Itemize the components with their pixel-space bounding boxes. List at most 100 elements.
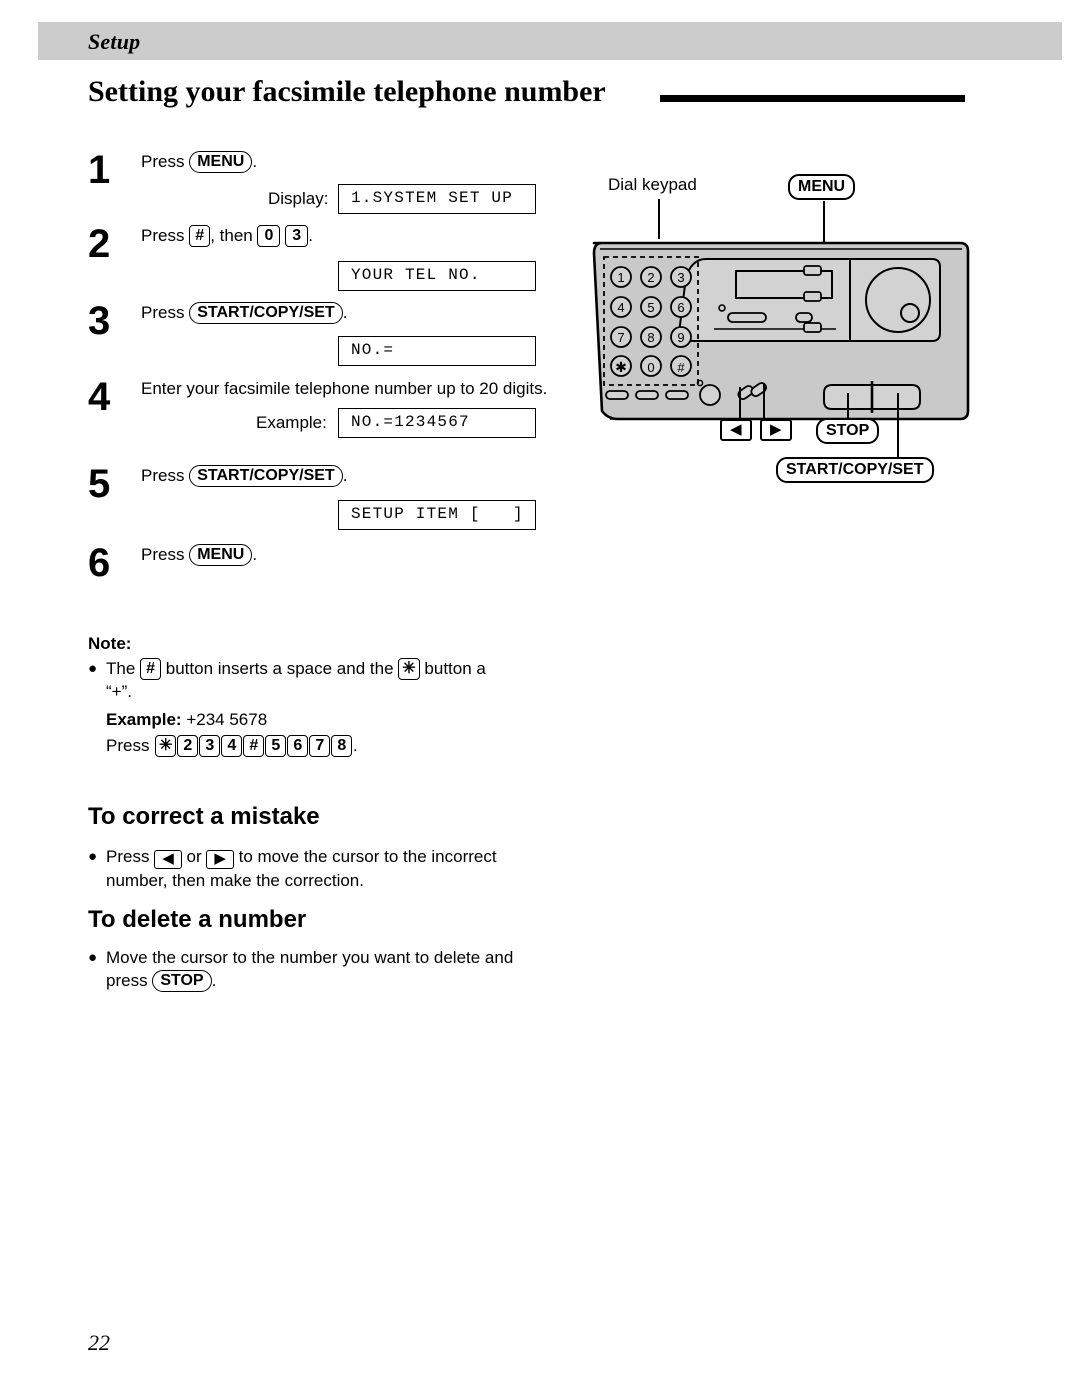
press-label: Press <box>141 226 185 245</box>
section-correct-body: ● Press ◀ or ▶ to move the cursor to the… <box>88 845 558 892</box>
leader-line-stop <box>847 393 849 419</box>
step-1: 1 Press MENU. Display: 1.SYSTEM SET UP <box>88 150 558 224</box>
key-7[interactable]: 7 <box>309 735 331 757</box>
dial-keypad-caption: Dial keypad <box>608 175 697 194</box>
display-label: Display: <box>268 189 329 208</box>
page-number: 22 <box>88 1330 110 1355</box>
left-arrow-icon[interactable]: ◀ <box>154 850 182 869</box>
svg-text:6: 6 <box>677 300 684 315</box>
step-text: Press MENU. <box>141 150 558 173</box>
step-text: Enter your facsimile telephone number up… <box>141 379 548 398</box>
key-3[interactable]: 3 <box>199 735 221 757</box>
bullet-icon: ● <box>88 949 98 966</box>
note-text-c: button a <box>424 659 486 678</box>
asterisk-key[interactable]: ✳ <box>398 658 420 680</box>
svg-text:8: 8 <box>647 330 654 345</box>
lcd-display: NO.= <box>338 336 536 366</box>
step-text: Press MENU. <box>141 543 558 566</box>
delete-bullet-row: ● Move the cursor to the number you want… <box>88 946 558 992</box>
step-2: 2 Press #, then 0 3. YOUR TEL NO. <box>88 224 558 301</box>
title-rule <box>660 95 965 102</box>
press-label: Press <box>106 736 150 755</box>
step-5: 5 Press START/COPY/SET. SETUP ITEM [ ] <box>88 464 558 543</box>
svg-text:0: 0 <box>647 360 654 375</box>
example-label: Example: <box>106 710 182 729</box>
digit-key-0[interactable]: 0 <box>257 225 281 247</box>
step-3: 3 Press START/COPY/SET. NO.= <box>88 301 558 377</box>
hash-key[interactable]: # <box>140 658 162 680</box>
svg-text:4: 4 <box>617 300 624 315</box>
display-row: SETUP ITEM [ ] <box>88 500 558 536</box>
key-2[interactable]: 2 <box>177 735 199 757</box>
correct-bullet-row: ● Press ◀ or ▶ to move the cursor to the… <box>88 845 558 892</box>
display-row: YOUR TEL NO. <box>88 261 558 297</box>
note-block: Note: ● The # button inserts a space and… <box>88 632 558 757</box>
key-asterisk[interactable]: ✳ <box>154 735 177 757</box>
step-number: 2 <box>88 222 111 266</box>
step-text: Press #, then 0 3. <box>141 224 558 247</box>
digit-key-3[interactable]: 3 <box>285 225 309 247</box>
svg-text:#: # <box>677 360 685 375</box>
right-arrow-callout: ▶ <box>760 419 792 441</box>
step-4: 4 Enter your facsimile telephone number … <box>88 377 558 464</box>
svg-text:✱: ✱ <box>615 359 627 375</box>
example-value: +234 5678 <box>186 710 268 729</box>
step-number: 5 <box>88 462 111 506</box>
menu-button[interactable]: MENU <box>189 544 253 566</box>
bullet-icon: ● <box>88 660 98 677</box>
step-text: Press START/COPY/SET. <box>141 301 558 324</box>
running-head-text: Setup <box>88 29 141 54</box>
running-head-bar: Setup <box>38 22 1062 60</box>
display-row: Display: 1.SYSTEM SET UP <box>88 184 558 220</box>
press-label: Press <box>141 152 185 171</box>
key-8[interactable]: 8 <box>331 735 353 757</box>
menu-callout-label: MENU <box>788 174 856 200</box>
note-text-b: button inserts a space and the <box>165 659 394 678</box>
fax-machine-illustration: 1 2 3 4 5 6 7 8 9 ✱ 0 # <box>592 241 970 421</box>
svg-text:3: 3 <box>677 270 684 285</box>
heading-correct-mistake: To correct a mistake <box>88 803 320 830</box>
key-hash[interactable]: # <box>243 735 265 757</box>
note-press-row: Press ✳ 2 3 4 #5 6 7 8. <box>88 734 558 757</box>
hash-key[interactable]: # <box>189 225 211 247</box>
section-delete-body: ● Move the cursor to the number you want… <box>88 946 558 992</box>
period: . <box>211 971 217 990</box>
display-row: Example: NO.=1234567 <box>88 408 558 444</box>
press-label: Press <box>141 303 185 322</box>
start-copy-set-button[interactable]: START/COPY/SET <box>189 302 343 324</box>
lcd-display: NO.=1234567 <box>338 408 536 438</box>
leader-line-right-arrow <box>763 383 765 419</box>
or-label: or <box>186 847 202 866</box>
key-6[interactable]: 6 <box>287 735 309 757</box>
step-number: 3 <box>88 299 111 343</box>
display-row: NO.= <box>88 336 558 372</box>
display-label: Example: <box>256 413 327 432</box>
start-copy-set-button[interactable]: START/COPY/SET <box>189 465 343 487</box>
svg-text:7: 7 <box>617 330 624 345</box>
left-arrow-callout: ◀ <box>720 419 752 441</box>
stop-callout-label: STOP <box>816 418 880 444</box>
device-figure: Dial keypad MENU 1 2 3 4 5 6 7 8 9 ✱ 0 #… <box>588 165 988 495</box>
lcd-display: 1.SYSTEM SET UP <box>338 184 536 214</box>
svg-text:2: 2 <box>647 270 654 285</box>
then-label: , then <box>210 226 253 245</box>
note-line-2: “+”. <box>106 682 132 701</box>
stop-button[interactable]: STOP <box>152 970 212 992</box>
svg-text:1: 1 <box>617 270 624 285</box>
key-5[interactable]: 5 <box>265 735 287 757</box>
period: . <box>252 545 258 564</box>
period: . <box>308 226 313 245</box>
heading-delete-number: To delete a number <box>88 906 307 933</box>
step-text: Press START/COPY/SET. <box>141 464 558 487</box>
period: . <box>342 466 348 485</box>
svg-text:5: 5 <box>647 300 654 315</box>
period: . <box>252 152 258 171</box>
right-arrow-icon[interactable]: ▶ <box>206 850 234 869</box>
note-text-a: The <box>106 659 136 678</box>
note-example-row: Example: +234 5678 <box>88 708 558 731</box>
press-label: Press <box>141 466 185 485</box>
start-callout-label: START/COPY/SET <box>776 457 934 483</box>
period: . <box>352 736 358 755</box>
key-4[interactable]: 4 <box>221 735 243 757</box>
menu-button[interactable]: MENU <box>189 151 253 173</box>
